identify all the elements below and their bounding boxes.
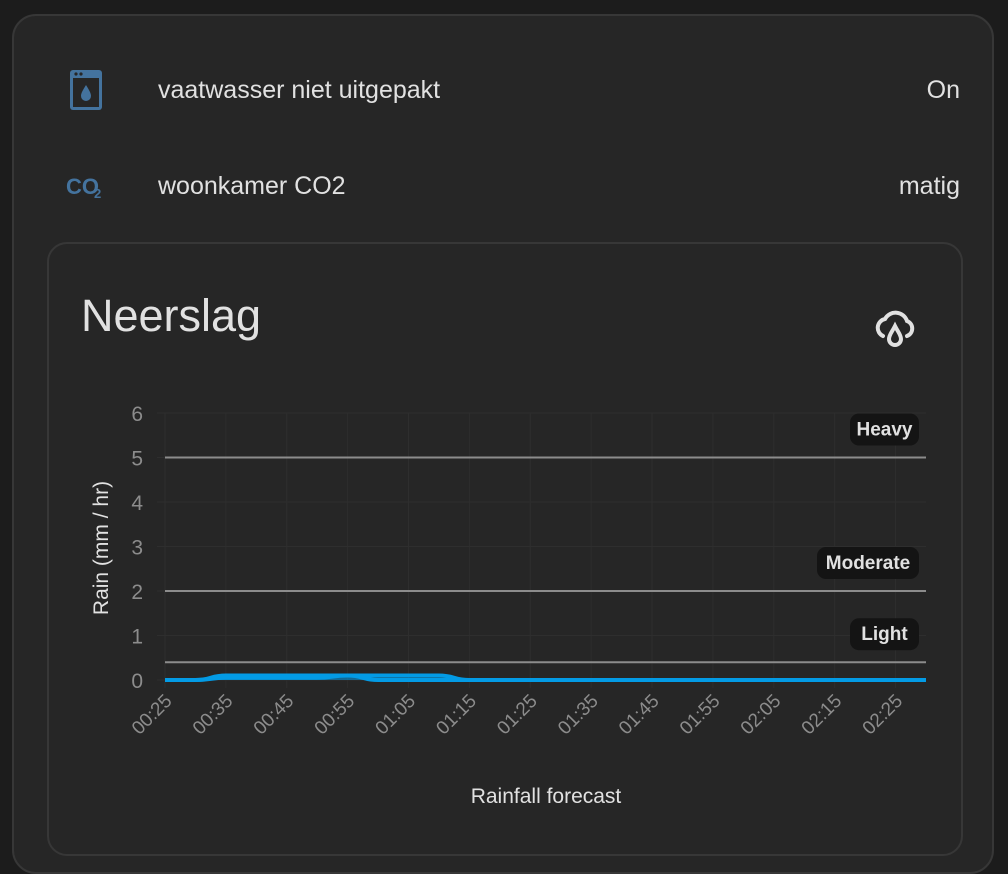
x-tick-label: 02:05 xyxy=(737,691,785,739)
x-tick-label: 02:25 xyxy=(859,691,907,739)
x-tick-label: 00:55 xyxy=(311,691,359,739)
x-tick-label: 01:15 xyxy=(432,691,480,739)
series-line xyxy=(165,673,926,682)
x-tick-label: 02:15 xyxy=(798,691,846,739)
y-tick-label: 5 xyxy=(131,448,143,471)
y-axis-label: Rain (mm / hr) xyxy=(90,481,113,615)
x-tick-label: 00:45 xyxy=(250,691,298,739)
x-tick-label: 01:25 xyxy=(493,691,541,739)
rain-chart: 0 1 2 3 4 5 6 00:25 00:35 00:45 00:55 01:05 01:15 01… xyxy=(90,403,926,808)
y-tick-label: 3 xyxy=(131,537,143,560)
x-tick-label: 00:25 xyxy=(128,691,176,739)
x-tick-label: 01:55 xyxy=(676,691,724,739)
threshold-label: Light xyxy=(861,624,908,645)
threshold-label: Heavy xyxy=(857,420,913,441)
x-axis-label: Rainfall forecast xyxy=(471,785,622,808)
y-tick-label: 4 xyxy=(131,492,143,515)
y-tick-label: 1 xyxy=(131,626,143,649)
x-tick-label: 01:05 xyxy=(372,691,420,739)
x-tick-label: 00:35 xyxy=(189,691,237,739)
x-tick-label: 01:45 xyxy=(615,691,663,739)
y-tick-label: 6 xyxy=(131,403,143,426)
y-tick-label: 2 xyxy=(131,581,143,604)
x-tick-label: 01:35 xyxy=(554,691,602,739)
y-tick-label: 0 xyxy=(131,670,143,693)
threshold-label: Moderate xyxy=(826,553,910,574)
